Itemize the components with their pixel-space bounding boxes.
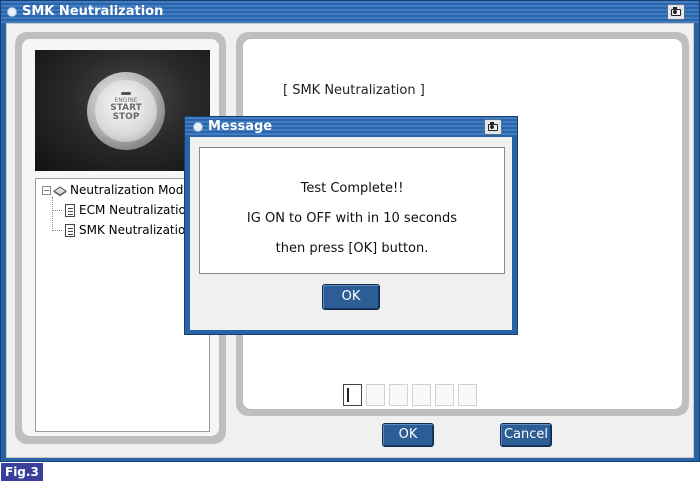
tree-item-label: SMK Neutralization (79, 223, 193, 237)
window-titlebar[interactable]: SMK Neutralization (1, 1, 699, 23)
engine-start-stop-button-image: ENGINE START STOP (87, 72, 165, 150)
message-dialog: Message Test Complete!! IG ON to OFF wit… (184, 116, 518, 335)
dialog-bullet-icon (193, 122, 203, 132)
dialog-ok-button[interactable]: OK (322, 284, 380, 310)
photo-text-stop: STOP (112, 112, 140, 122)
progress-indicator (343, 384, 483, 406)
message-line-1: Test Complete!! (300, 181, 404, 196)
procedure-heading: [ SMK Neutralization ] (283, 83, 425, 98)
tree-expander[interactable]: − (42, 186, 51, 195)
progress-cell (389, 384, 408, 406)
progress-cell (458, 384, 477, 406)
document-icon (65, 204, 75, 217)
progress-cell (412, 384, 431, 406)
message-line-2: IG ON to OFF with in 10 seconds (246, 211, 458, 226)
dialog-titlebar[interactable]: Message (185, 117, 517, 137)
cancel-button[interactable]: Cancel (500, 423, 552, 447)
message-line-3: then press [OK] button. (275, 241, 429, 256)
window-title: SMK Neutralization (22, 4, 164, 19)
dialog-camera-capture-button[interactable] (484, 119, 502, 135)
window-bullet-icon (7, 7, 17, 17)
progress-cell (435, 384, 454, 406)
document-icon (65, 224, 75, 237)
tree-item-label: Neutralization Mode (70, 183, 191, 197)
tree-item-label: ECM Neutralization (79, 203, 194, 217)
message-text-box: Test Complete!! IG ON to OFF with in 10 … (199, 147, 505, 274)
progress-cell (343, 384, 362, 406)
ok-button[interactable]: OK (382, 423, 434, 447)
camera-capture-button[interactable] (667, 4, 685, 20)
progress-cell (366, 384, 385, 406)
folder-icon (53, 186, 67, 197)
dialog-body: Test Complete!! IG ON to OFF with in 10 … (190, 137, 512, 330)
dialog-title: Message (208, 119, 273, 134)
figure-label: Fig.3 (1, 463, 43, 481)
